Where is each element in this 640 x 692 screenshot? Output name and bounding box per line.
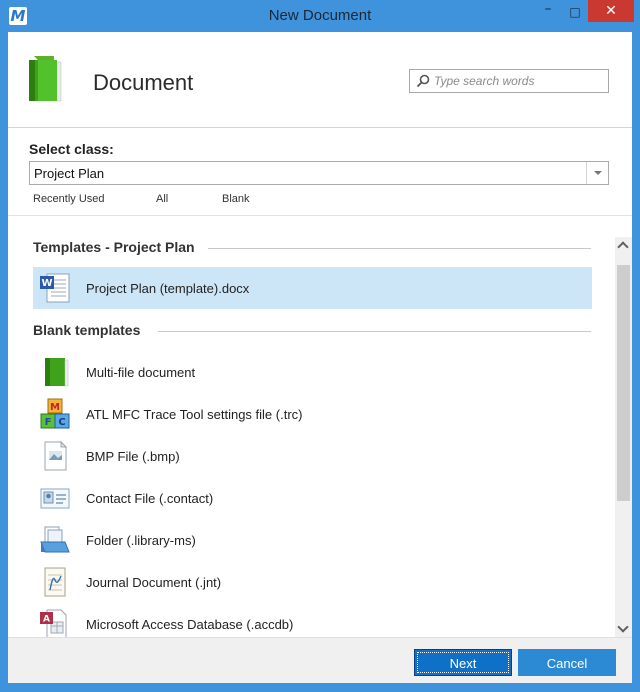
scroll-up-arrow-icon[interactable] bbox=[615, 237, 632, 254]
svg-text:C: C bbox=[58, 417, 65, 428]
dialog-footer: Next Cancel bbox=[8, 637, 632, 683]
green-book-icon bbox=[45, 358, 69, 387]
title-bar[interactable]: M New Document – □ ✕ bbox=[0, 0, 640, 32]
close-button[interactable]: ✕ bbox=[588, 0, 634, 22]
list-item-label: Folder (.library-ms) bbox=[86, 533, 196, 548]
bmp-file-icon bbox=[44, 440, 68, 471]
filter-blank[interactable]: Blank bbox=[222, 193, 250, 205]
new-document-window: M New Document – □ ✕ Document Sele bbox=[0, 0, 640, 692]
library-folder-icon bbox=[40, 526, 70, 553]
list-item-label: Microsoft Access Database (.accdb) bbox=[86, 617, 294, 632]
cancel-button[interactable]: Cancel bbox=[518, 649, 616, 676]
chevron-down-icon[interactable] bbox=[586, 162, 608, 184]
section-title-templates: Templates - Project Plan bbox=[33, 239, 205, 255]
section-title-blank: Blank templates bbox=[33, 322, 151, 338]
vertical-scrollbar[interactable] bbox=[615, 237, 632, 637]
list-item-bmp-file[interactable]: BMP File (.bmp) bbox=[33, 435, 592, 477]
green-book-icon bbox=[29, 56, 62, 102]
next-button[interactable]: Next bbox=[414, 649, 512, 676]
word-document-icon: W bbox=[40, 273, 70, 303]
page-title: Document bbox=[93, 70, 194, 95]
svg-text:M: M bbox=[50, 402, 60, 413]
list-item-multi-file-document[interactable]: Multi-file document bbox=[33, 351, 592, 393]
section-rule bbox=[208, 248, 591, 249]
divider bbox=[8, 215, 632, 216]
mfc-blocks-icon: M F C bbox=[40, 398, 70, 429]
access-database-icon: A bbox=[40, 609, 67, 637]
template-list: Templates - Project Plan W Project Plan … bbox=[8, 227, 614, 637]
list-item-contact-file[interactable]: Contact File (.contact) bbox=[33, 477, 592, 519]
filter-recently-used[interactable]: Recently Used bbox=[33, 193, 105, 205]
search-box[interactable] bbox=[409, 69, 609, 93]
contact-card-icon bbox=[40, 488, 70, 509]
minimize-button[interactable]: – bbox=[532, 0, 564, 22]
search-input[interactable] bbox=[434, 72, 604, 90]
list-item-label: ATL MFC Trace Tool settings file (.trc) bbox=[86, 407, 303, 422]
class-select-value: Project Plan bbox=[34, 166, 105, 181]
svg-text:A: A bbox=[43, 615, 50, 625]
list-item-folder-library[interactable]: Folder (.library-ms) bbox=[33, 519, 592, 561]
section-rule bbox=[158, 331, 591, 332]
maximize-button[interactable]: □ bbox=[562, 0, 588, 22]
scrollbar-thumb[interactable] bbox=[617, 265, 630, 501]
list-item-project-plan-template[interactable]: W Project Plan (template).docx bbox=[33, 267, 592, 309]
select-class-label: Select class: bbox=[29, 141, 114, 157]
list-item-label: Journal Document (.jnt) bbox=[86, 575, 222, 590]
scroll-down-arrow-icon[interactable] bbox=[615, 620, 632, 637]
filter-all[interactable]: All bbox=[156, 193, 168, 205]
dialog-body: Document Select class: Project Plan Rece… bbox=[8, 32, 632, 683]
dialog-header: Document bbox=[8, 32, 632, 128]
list-item-label: Project Plan (template).docx bbox=[86, 281, 250, 296]
class-select[interactable]: Project Plan bbox=[29, 161, 609, 185]
list-item-journal-document[interactable]: Journal Document (.jnt) bbox=[33, 561, 592, 603]
search-icon bbox=[416, 74, 430, 88]
list-item-access-database[interactable]: A Microsoft Access Database (.accdb) bbox=[33, 603, 592, 637]
svg-text:F: F bbox=[45, 417, 52, 428]
list-item-atl-mfc-trace[interactable]: M F C ATL MFC Trace Tool settings file (… bbox=[33, 393, 592, 435]
journal-icon bbox=[44, 567, 66, 597]
svg-text:W: W bbox=[41, 278, 52, 289]
list-item-label: BMP File (.bmp) bbox=[86, 449, 180, 464]
list-item-label: Contact File (.contact) bbox=[86, 491, 214, 506]
list-item-label: Multi-file document bbox=[86, 365, 196, 380]
